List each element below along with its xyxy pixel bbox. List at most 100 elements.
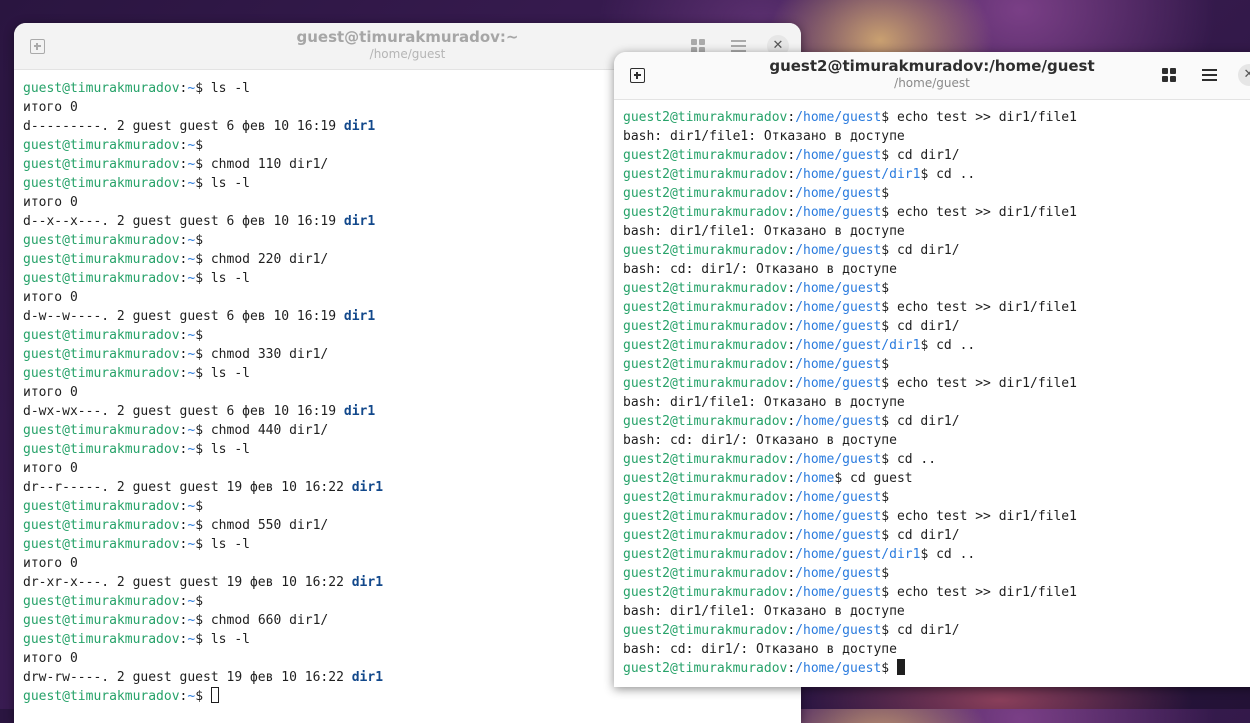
window-subtitle: /home/guest	[894, 76, 970, 90]
output-text: $ cd ..	[920, 547, 976, 562]
output-text: $ cd ..	[920, 167, 976, 182]
output-text: итого 0	[23, 385, 78, 400]
window-title-block: guest2@timurakmuradov:/home/guest /home/…	[614, 57, 1250, 91]
prompt-path: /home	[795, 471, 835, 486]
prompt-user: guest@timurakmuradov	[23, 157, 180, 172]
output-text: $ ls -l	[195, 442, 250, 457]
close-icon: ✕	[1238, 64, 1250, 86]
terminal-line: bash: cd: dir1/: Отказано в доступе	[623, 260, 1250, 279]
output-text: bash: dir1/file1: Отказано в доступе	[623, 129, 905, 144]
terminal-line: bash: dir1/file1: Отказано в доступе	[623, 222, 1250, 241]
output-text: dr--r-----. 2 guest guest 19 фев 10 16:2…	[23, 480, 352, 495]
output-text: итого 0	[23, 290, 78, 305]
terminal-line: guest2@timurakmuradov:/home/guest$	[623, 184, 1250, 203]
terminal-output[interactable]: guest2@timurakmuradov:/home/guest$ echo …	[614, 100, 1250, 687]
prompt-user: guest2@timurakmuradov	[623, 414, 788, 429]
terminal-line: guest2@timurakmuradov:/home/guest$ echo …	[623, 374, 1250, 393]
terminal-line: guest2@timurakmuradov:/home/guest$ echo …	[623, 583, 1250, 602]
prompt-user: guest@timurakmuradov	[23, 632, 180, 647]
output-text: $	[195, 689, 211, 704]
prompt-user: guest@timurakmuradov	[23, 499, 180, 514]
prompt-user: guest@timurakmuradov	[23, 252, 180, 267]
prompt-user: guest@timurakmuradov	[23, 176, 180, 191]
terminal-window-guest2[interactable]: guest2@timurakmuradov:/home/guest /home/…	[614, 52, 1250, 687]
prompt-path: /home/guest	[795, 623, 882, 638]
prompt-user: guest@timurakmuradov	[23, 81, 180, 96]
prompt-user: guest2@timurakmuradov	[623, 547, 788, 562]
dir-name: dir1	[351, 575, 384, 590]
prompt-user: guest2@timurakmuradov	[623, 205, 788, 220]
grid-icon	[691, 39, 705, 53]
prompt-path: /home/guest	[795, 490, 882, 505]
output-text: $	[881, 281, 890, 296]
prompt-user: guest@timurakmuradov	[23, 423, 180, 438]
prompt-path: /home/guest	[795, 243, 882, 258]
close-button[interactable]: ✕	[1236, 62, 1250, 88]
output-text: $	[195, 594, 204, 609]
prompt-user: guest@timurakmuradov	[23, 442, 180, 457]
prompt-path: /home/guest	[795, 585, 882, 600]
prompt-user: guest2@timurakmuradov	[623, 471, 788, 486]
hamburger-menu-icon	[730, 40, 746, 52]
prompt-user: guest2@timurakmuradov	[623, 338, 788, 353]
titlebar[interactable]: guest2@timurakmuradov:/home/guest /home/…	[614, 52, 1250, 100]
dir-name: dir1	[343, 214, 376, 229]
output-text: $ chmod 330 dir1/	[195, 347, 329, 362]
output-text: $ ls -l	[195, 632, 250, 647]
terminal-line: guest@timurakmuradov:~$	[23, 687, 792, 706]
output-text: $ cd guest	[834, 471, 913, 486]
prompt-path: /home/guest	[795, 528, 882, 543]
terminal-line: guest2@timurakmuradov:/home/guest$	[623, 355, 1250, 374]
output-text: bash: dir1/file1: Отказано в доступе	[623, 604, 905, 619]
terminal-line: guest2@timurakmuradov:/home/guest$	[623, 279, 1250, 298]
prompt-user: guest2@timurakmuradov	[623, 585, 788, 600]
output-text: d--x--x---. 2 guest guest 6 фев 10 16:19	[23, 214, 344, 229]
terminal-line: guest2@timurakmuradov:/home/guest$ cd di…	[623, 146, 1250, 165]
output-text: $ ls -l	[195, 366, 250, 381]
terminal-line: guest2@timurakmuradov:/home/guest/dir1$ …	[623, 336, 1250, 355]
terminal-line: guest2@timurakmuradov:/home/guest$ echo …	[623, 298, 1250, 317]
prompt-path: /home/guest	[795, 357, 882, 372]
dir-name: dir1	[343, 404, 376, 419]
output-text: итого 0	[23, 651, 78, 666]
prompt-path: /home/guest	[795, 414, 882, 429]
output-text: $ echo test >> dir1/file1	[881, 110, 1077, 125]
terminal-line: bash: dir1/file1: Отказано в доступе	[623, 602, 1250, 621]
output-text: $ ls -l	[195, 81, 250, 96]
terminal-line: guest2@timurakmuradov:/home/guest$ echo …	[623, 203, 1250, 222]
prompt-path: /home/guest	[795, 319, 882, 334]
prompt-path: /home/guest	[795, 186, 882, 201]
output-text: $ cd dir1/	[881, 319, 960, 334]
view-tabs-button[interactable]	[1156, 62, 1182, 88]
output-text: $	[881, 661, 897, 676]
prompt-user: guest@timurakmuradov	[23, 138, 180, 153]
prompt-user: guest2@timurakmuradov	[623, 661, 788, 676]
dir-name: dir1	[351, 670, 384, 685]
output-text: $ ls -l	[195, 537, 250, 552]
output-text: bash: cd: dir1/: Отказано в доступе	[623, 642, 897, 657]
output-text: $	[195, 138, 204, 153]
prompt-path: /home/guest/dir1	[795, 547, 921, 562]
output-text: dr-xr-x---. 2 guest guest 19 фев 10 16:2…	[23, 575, 352, 590]
prompt-path: /home/guest	[795, 376, 882, 391]
output-text: $	[881, 357, 890, 372]
output-text: $	[195, 499, 204, 514]
dir-name: dir1	[343, 309, 376, 324]
output-text: drw-rw----. 2 guest guest 19 фев 10 16:2…	[23, 670, 352, 685]
prompt-path: /home/guest	[795, 566, 882, 581]
prompt-path: /home/guest	[795, 661, 882, 676]
output-text: bash: cd: dir1/: Отказано в доступе	[623, 433, 897, 448]
output-text: $ cd ..	[920, 338, 976, 353]
output-text: $ cd dir1/	[881, 528, 960, 543]
prompt-user: guest2@timurakmuradov	[623, 509, 788, 524]
output-text: $ echo test >> dir1/file1	[881, 300, 1077, 315]
prompt-user: guest@timurakmuradov	[23, 366, 180, 381]
prompt-user: guest2@timurakmuradov	[623, 452, 788, 467]
output-text: $ echo test >> dir1/file1	[881, 585, 1077, 600]
menu-button[interactable]	[1196, 62, 1222, 88]
prompt-user: guest2@timurakmuradov	[623, 623, 788, 638]
prompt-user: guest2@timurakmuradov	[623, 243, 788, 258]
prompt-user: guest2@timurakmuradov	[623, 110, 788, 125]
terminal-line: guest2@timurakmuradov:/home$ cd guest	[623, 469, 1250, 488]
output-text: $ cd dir1/	[881, 414, 960, 429]
